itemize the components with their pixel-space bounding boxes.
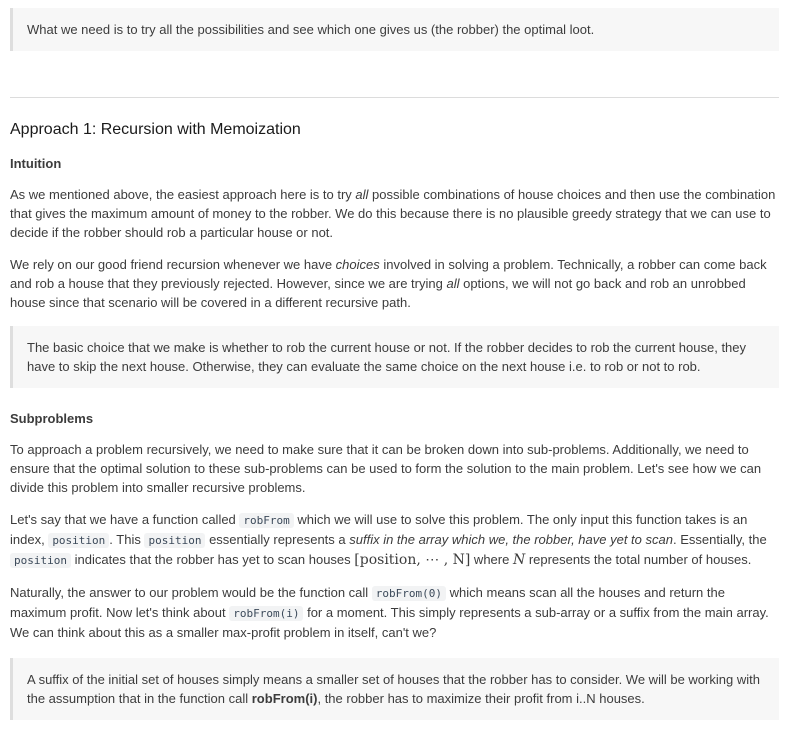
quote-suffix: A suffix of the initial set of houses si… (10, 658, 779, 720)
inline-code-position: position (48, 533, 110, 548)
inline-code-robfrom-i: robFrom(i) (229, 606, 304, 621)
paragraph-robfrom-call: Naturally, the answer to our problem wou… (10, 585, 769, 640)
quote-basic-choice: The basic choice that we make is whether… (10, 326, 779, 388)
section-divider (10, 97, 779, 98)
inline-code-robfrom: robFrom (239, 513, 294, 528)
inline-code-position: position (10, 553, 71, 568)
article-content: What we need is to try all the possibili… (0, 0, 794, 720)
math-range: [position, ⋯ , N] (354, 552, 471, 568)
inline-code-robfrom-0: robFrom(0) (371, 586, 447, 601)
paragraph-subproblems-1: To approach a problem recursively, we ne… (10, 442, 762, 495)
approach-heading: Approach 1: Recursion with Memoization (10, 121, 301, 138)
intuition-heading: Intuition (10, 156, 62, 171)
quote-optimal-loot: What we need is to try all the possibili… (10, 8, 779, 51)
inline-code-position: position (144, 533, 206, 548)
quote-text: What we need is to try all the possibili… (27, 22, 595, 37)
paragraph-robfrom-definition: Let's say that we have a function called… (10, 512, 767, 568)
paragraph-intuition-2: We rely on our good friend recursion whe… (10, 257, 767, 310)
paragraph-intuition-1: As we mentioned above, the easiest appro… (10, 187, 776, 240)
subproblems-heading: Subproblems (10, 411, 94, 426)
quote-text: The basic choice that we make is whether… (27, 340, 747, 374)
math-n: N (512, 552, 526, 568)
